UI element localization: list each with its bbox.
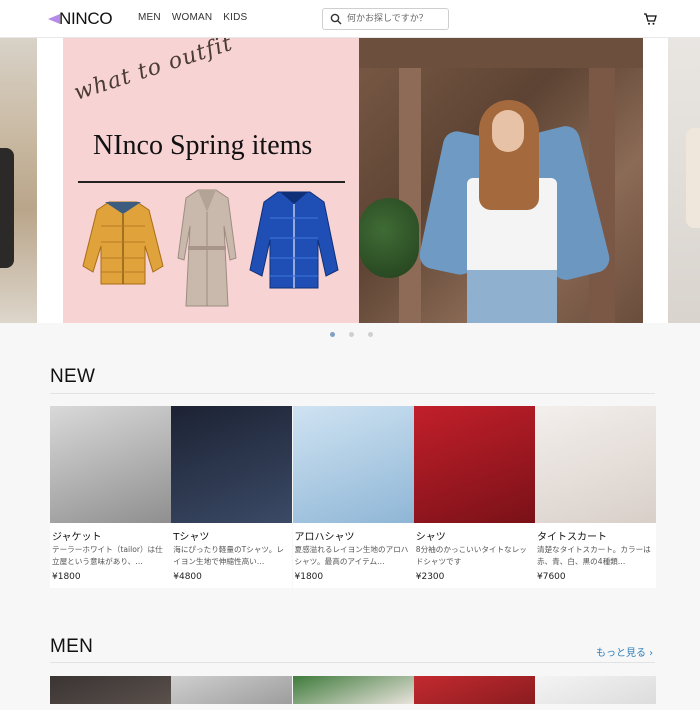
new-section-divider	[50, 393, 655, 394]
carousel-pagination	[330, 332, 373, 337]
nav-item-woman[interactable]: WOMAN	[172, 12, 212, 23]
blue-puffer-jacket-image	[249, 191, 339, 289]
product-card[interactable]: ジャケットテーラーホワイト（tailor）は仕立屋という意味があり、… ¥1800	[50, 406, 171, 588]
new-section-title: NEW	[50, 366, 96, 387]
product-image[interactable]	[535, 676, 656, 704]
product-image[interactable]	[171, 676, 293, 704]
men-products-grid	[50, 676, 656, 704]
product-name: アロハシャツ	[294, 532, 355, 543]
search-icon	[330, 13, 342, 25]
hero-carousel[interactable]: what to outfit NInco Spring items	[0, 38, 700, 323]
product-image[interactable]	[292, 406, 414, 523]
product-price: ¥7600	[537, 572, 566, 582]
see-more-link[interactable]: もっと見る ›	[596, 644, 653, 659]
hero-divider	[78, 181, 345, 183]
product-image[interactable]	[50, 676, 171, 704]
next-slide-peek[interactable]	[668, 38, 700, 323]
product-image[interactable]	[413, 676, 535, 704]
product-image[interactable]	[292, 676, 414, 704]
site-header: NINCO MEN WOMAN KIDS	[0, 0, 700, 38]
product-image[interactable]	[171, 406, 293, 523]
product-description: 8分袖のかっこいいタイトなレッドシャツです	[415, 545, 527, 566]
main-nav: MEN WOMAN KIDS	[138, 12, 247, 23]
brand-logo[interactable]: NINCO	[48, 9, 113, 29]
product-card[interactable]	[413, 676, 535, 704]
product-card[interactable]: タイトスカート清楚なタイトスカート。カラーは赤、青、白、黒の4種類… ¥7600	[535, 406, 656, 588]
men-section-title: MEN	[50, 636, 94, 657]
hero-title: NInco Spring items	[93, 130, 313, 161]
product-description: 海にぴったり軽量のTシャツ。レイヨン生地で伸縮性高い…	[173, 545, 284, 566]
hero-slide[interactable]: what to outfit NInco Spring items	[63, 38, 643, 323]
product-name: タイトスカート	[537, 532, 607, 543]
search-input[interactable]	[347, 11, 445, 27]
puffer-jacket-image	[82, 201, 164, 285]
hero-banner-panel: what to outfit NInco Spring items	[63, 38, 359, 323]
product-image[interactable]	[535, 406, 656, 523]
product-card[interactable]: Tシャツ海にぴったり軽量のTシャツ。レイヨン生地で伸縮性高い… ¥4800	[171, 406, 293, 588]
search-box[interactable]	[322, 8, 449, 30]
product-price: ¥1800	[52, 572, 81, 582]
product-price: ¥4800	[173, 572, 202, 582]
product-card[interactable]: アロハシャツ夏感溢れるレイヨン生地のアロハシャツ。最高のアイテム… ¥1800	[292, 406, 414, 588]
product-price: ¥2300	[415, 572, 445, 582]
carousel-dot-1[interactable]	[330, 332, 335, 337]
new-products-grid: ジャケットテーラーホワイト（tailor）は仕立屋という意味があり、… ¥1800…	[50, 406, 656, 588]
product-name: シャツ	[415, 532, 446, 543]
product-price: ¥1800	[294, 572, 324, 582]
hero-script-text: what to outfit	[71, 38, 236, 106]
product-card[interactable]: シャツ 8分袖のかっこいいタイトなレッドシャツです ¥2300	[413, 406, 535, 588]
product-card[interactable]	[171, 676, 293, 704]
product-description: 清楚なタイトスカート。カラーは赤、青、白、黒の4種類…	[537, 545, 651, 566]
product-description: テーラーホワイト（tailor）は仕立屋という意味があり、…	[52, 545, 163, 566]
product-image[interactable]	[50, 406, 171, 523]
product-card[interactable]	[50, 676, 171, 704]
product-card[interactable]	[292, 676, 414, 704]
prev-slide-peek[interactable]	[0, 38, 37, 323]
product-card[interactable]	[535, 676, 656, 704]
nav-item-men[interactable]: MEN	[138, 12, 161, 23]
product-name: Tシャツ	[173, 532, 210, 543]
product-description: 夏感溢れるレイヨン生地のアロハシャツ。最高のアイテム…	[294, 545, 409, 566]
nav-item-kids[interactable]: KIDS	[223, 12, 247, 23]
product-name: ジャケット	[52, 532, 102, 543]
logo-mark-icon	[48, 12, 62, 26]
logo-text: NINCO	[59, 9, 113, 28]
carousel-dot-2[interactable]	[349, 332, 354, 337]
trench-coat-image	[177, 189, 237, 307]
men-section-divider	[50, 662, 655, 663]
carousel-dot-3[interactable]	[368, 332, 373, 337]
product-image[interactable]	[413, 406, 535, 523]
cart-icon[interactable]	[643, 12, 657, 26]
hero-model-photo	[359, 38, 643, 323]
